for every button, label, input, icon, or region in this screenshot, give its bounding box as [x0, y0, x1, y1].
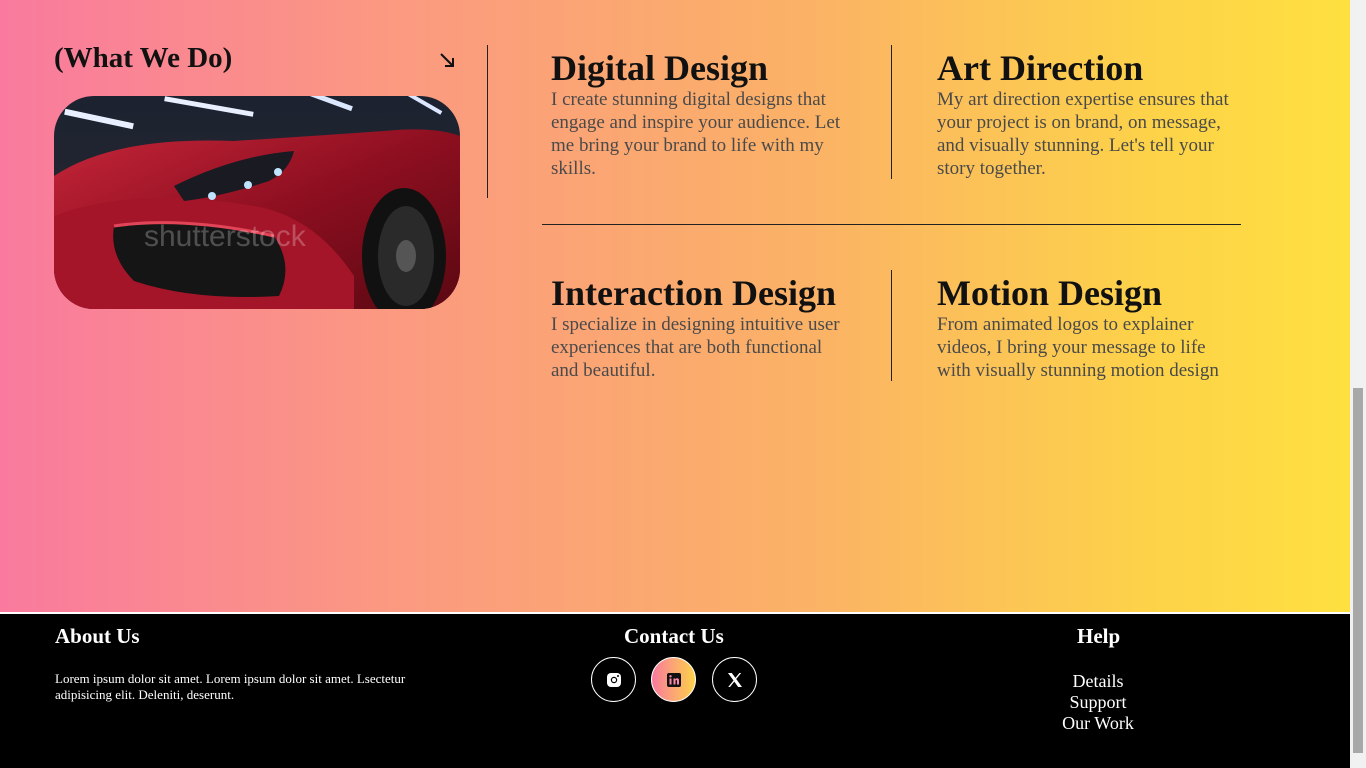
watermark-text: shutterstock	[144, 220, 307, 253]
help-links: Details Support Our Work	[1040, 671, 1156, 734]
divider-vertical	[891, 270, 892, 381]
instagram-icon	[606, 672, 621, 687]
service-title: Interaction Design	[551, 273, 836, 313]
divider-horizontal	[542, 224, 1241, 225]
about-title: About Us	[55, 624, 140, 648]
service-title: Motion Design	[937, 273, 1162, 313]
linkedin-button[interactable]	[651, 657, 696, 702]
service-title: Art Direction	[937, 48, 1144, 88]
service-description: My art direction expertise ensures that …	[937, 89, 1229, 179]
service-card: Digital Design I create stunning digital…	[551, 48, 851, 180]
service-card: Art Direction My art direction expertise…	[937, 48, 1237, 180]
help-link-support[interactable]: Support	[1040, 692, 1156, 713]
instagram-button[interactable]	[591, 657, 636, 702]
service-description: From animated logos to explainer videos,…	[937, 314, 1219, 381]
car-image: shutterstock	[54, 96, 460, 309]
what-we-do-section: (What We Do) shutterstock Digital Design…	[0, 0, 1350, 612]
contact-title: Contact Us	[624, 624, 724, 648]
x-button[interactable]	[712, 657, 757, 702]
x-icon	[727, 672, 742, 687]
service-description: I specialize in designing intuitive user…	[551, 314, 840, 381]
service-title: Digital Design	[551, 48, 769, 88]
page: (What We Do) shutterstock Digital Design…	[0, 0, 1366, 768]
scrollbar[interactable]	[1350, 0, 1366, 768]
help-link-our-work[interactable]: Our Work	[1040, 713, 1156, 734]
footer: About Us Lorem ipsum dolor sit amet. Lor…	[0, 614, 1350, 768]
divider-vertical	[487, 45, 488, 198]
help-title: Help	[1077, 624, 1121, 648]
about-text: Lorem ipsum dolor sit amet. Lorem ipsum …	[55, 671, 406, 702]
service-card: Interaction Design I specialize in desig…	[551, 273, 851, 382]
section-title: (What We Do)	[54, 42, 233, 74]
scrollbar-thumb[interactable]	[1353, 388, 1363, 753]
help-link-details[interactable]: Details	[1040, 671, 1156, 692]
service-description: I create stunning digital designs that e…	[551, 89, 841, 179]
arrow-down-right-icon[interactable]	[437, 50, 457, 70]
linkedin-icon	[666, 672, 681, 687]
divider-vertical	[891, 45, 892, 179]
service-card: Motion Design From animated logos to exp…	[937, 273, 1237, 382]
